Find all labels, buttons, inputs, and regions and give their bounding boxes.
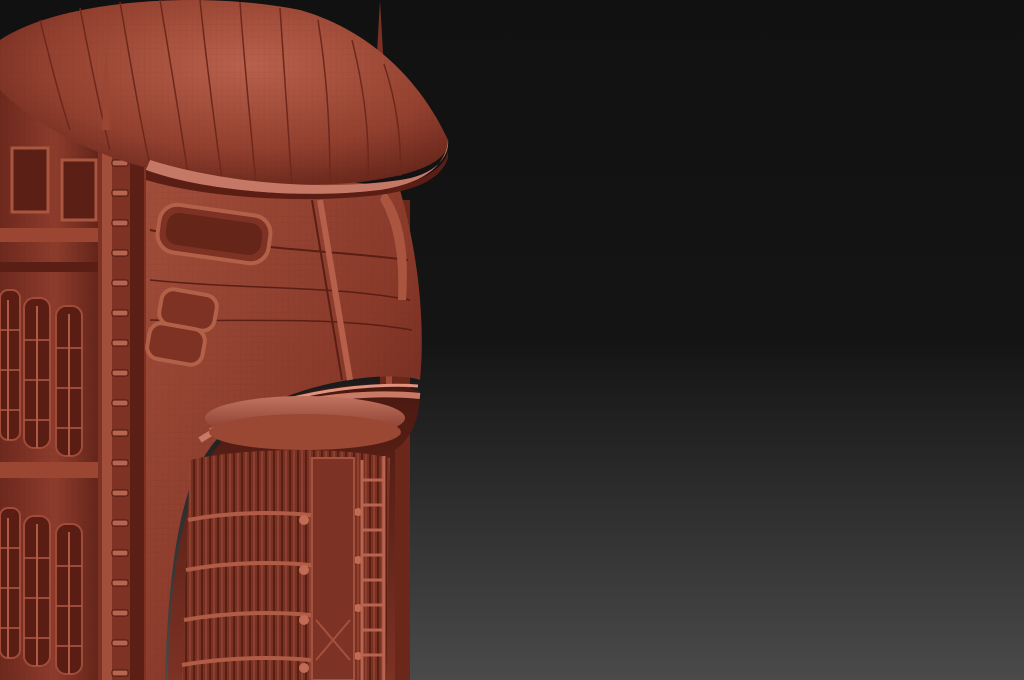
render-viewport[interactable] [0,0,1024,680]
sculpt-render [0,0,1024,680]
inner-cylinder [181,449,390,680]
left-facade [0,80,110,680]
